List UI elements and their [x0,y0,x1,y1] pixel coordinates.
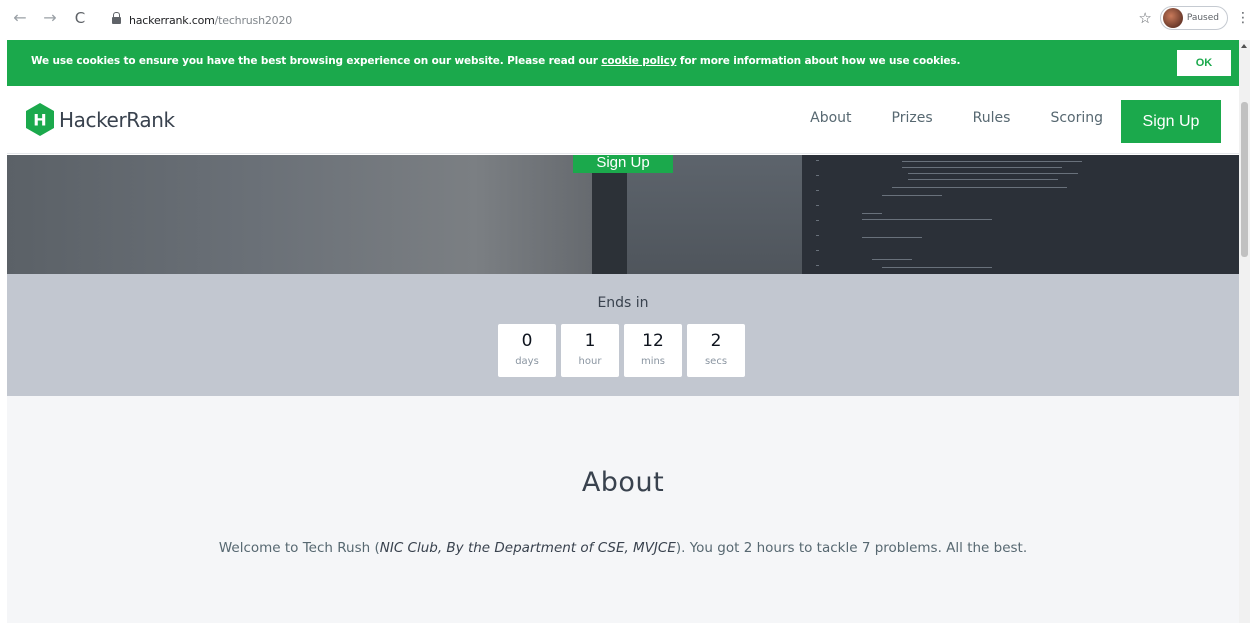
cookie-message: We use cookies to ensure you have the be… [31,55,960,67]
nav-about[interactable]: About [810,110,851,126]
cookie-text-after: for more information about how we use co… [676,55,961,67]
countdown-value: 2 [710,331,722,351]
countdown-value: 0 [521,331,533,351]
url-path: /techrush2020 [214,13,293,27]
profile-status-label: Paused [1186,13,1219,23]
header-signup-button[interactable]: Sign Up [1121,100,1221,143]
hero-banner: Sign Up [7,155,1239,274]
cookie-ok-button[interactable]: OK [1177,50,1231,76]
hero-signup-button[interactable]: Sign Up [573,155,673,173]
back-arrow-icon[interactable]: ← [10,8,30,27]
avatar [1162,8,1183,28]
hackerrank-logo[interactable]: H HackerRank [25,103,175,136]
scroll-up-arrow-icon[interactable] [1241,44,1247,48]
main-nav: About Prizes Rules Scoring [810,110,1103,126]
hero-image-code [802,155,1239,274]
site-header: H HackerRank About Prizes Rules Scoring … [7,86,1239,154]
logo-letter: H [33,111,46,130]
about-heading: About [581,467,665,498]
about-text-before: Welcome to Tech Rush ( [218,540,380,556]
countdown-unit: hour [578,356,602,367]
url-text[interactable]: hackerrank.com/techrush2020 [129,14,292,27]
scrollbar-thumb[interactable] [1241,102,1248,257]
logo-wordmark: HackerRank [59,107,175,132]
browser-actions: ☆ Paused ⋮ [1138,6,1250,30]
countdown-mins: 12 mins [624,324,682,377]
countdown-secs: 2 secs [687,324,745,377]
browser-toolbar: ← → C hackerrank.com/techrush2020 ☆ Paus… [0,0,1250,40]
countdown-value: 12 [642,331,664,351]
nav-rules[interactable]: Rules [973,110,1011,126]
countdown-unit: days [515,356,539,367]
countdown-value: 1 [584,331,596,351]
about-text-after: ). You got 2 hours to tackle 7 problems.… [675,540,1028,556]
countdown-section: Ends in 0 days 1 hour 12 mins 2 secs [7,274,1239,396]
browser-menu-icon[interactable]: ⋮ [1236,10,1250,26]
countdown-unit: secs [704,356,728,367]
lock-icon [112,12,121,26]
hackerrank-hex-icon: H [26,103,54,136]
page-scrollbar[interactable] [1239,40,1250,623]
about-emphasis: NIC Club, By the Department of CSE, MVJC… [379,540,676,556]
countdown-days: 0 days [498,324,556,377]
address-bar[interactable]: hackerrank.com/techrush2020 [112,9,292,31]
reload-icon[interactable]: C [70,9,90,27]
url-domain: hackerrank.com [129,13,215,27]
countdown-unit: mins [640,356,666,367]
countdown-timer: 0 days 1 hour 12 mins 2 secs [498,324,745,377]
cookie-banner: We use cookies to ensure you have the be… [7,40,1239,86]
nav-scoring[interactable]: Scoring [1050,110,1103,126]
countdown-title: Ends in [597,295,649,311]
forward-arrow-icon[interactable]: → [40,8,60,27]
about-description: Welcome to Tech Rush (NIC Club, By the D… [7,540,1239,556]
nav-prizes[interactable]: Prizes [892,110,933,126]
cookie-policy-link[interactable]: cookie policy [601,55,676,67]
countdown-hours: 1 hour [561,324,619,377]
about-section: About Welcome to Tech Rush (NIC Club, By… [7,396,1239,623]
cookie-text-before: We use cookies to ensure you have the be… [31,55,602,67]
browser-nav: ← → C [10,8,90,27]
bookmark-star-icon[interactable]: ☆ [1138,9,1151,27]
profile-button[interactable]: Paused [1159,6,1228,30]
